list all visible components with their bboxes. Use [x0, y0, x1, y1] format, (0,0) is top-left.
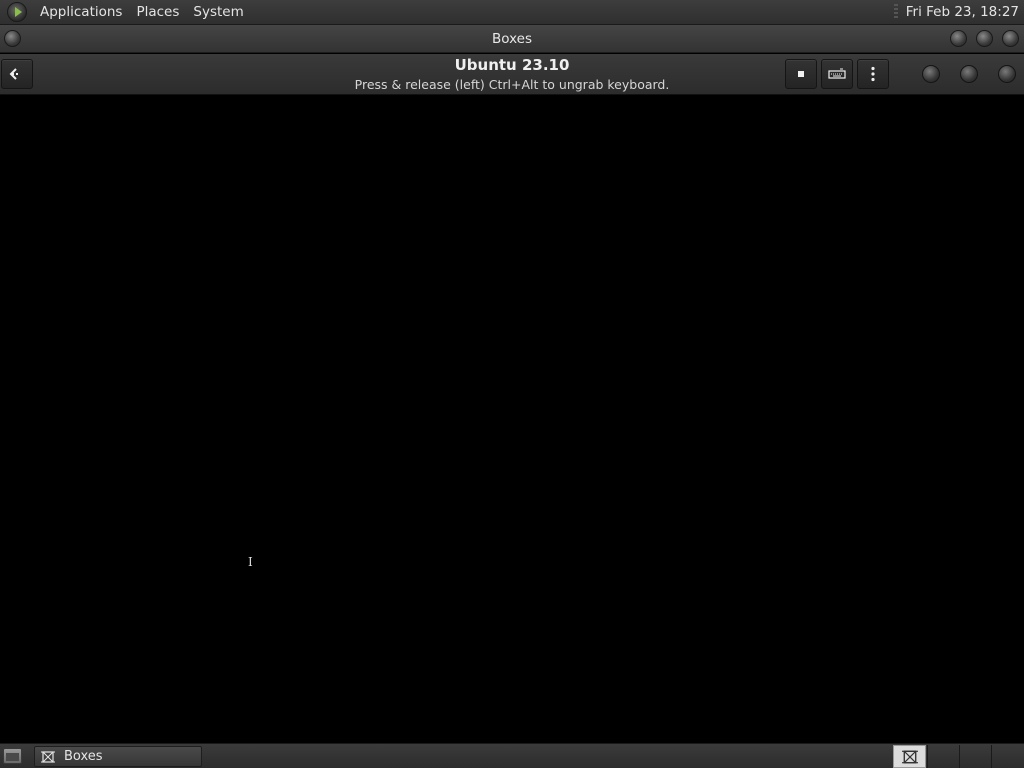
taskbar-item-label: Boxes [64, 749, 103, 764]
vm-display[interactable]: I [0, 95, 1024, 743]
top-panel: Applications Places System Fri Feb 23, 1… [0, 0, 1024, 25]
workspace-3[interactable] [959, 745, 992, 768]
show-desktop-icon[interactable] [3, 748, 22, 764]
taskbar-item-boxes[interactable]: Boxes [34, 746, 202, 767]
close-icon[interactable] [1002, 30, 1019, 47]
menu-places[interactable]: Places [129, 0, 186, 25]
menu-button[interactable] [857, 59, 889, 89]
header-minimize-icon[interactable] [922, 65, 940, 83]
boxes-app-icon [41, 750, 55, 764]
workspace-window-icon [901, 750, 918, 763]
panel-handle [893, 4, 898, 20]
workspace-2[interactable] [927, 745, 960, 768]
window-titlebar[interactable]: Boxes [0, 25, 1024, 53]
stop-icon [798, 71, 804, 77]
minimize-icon[interactable] [950, 30, 967, 47]
text-cursor-icon: I [248, 555, 253, 569]
kebab-menu-icon [871, 66, 875, 82]
bottom-panel: Boxes [0, 743, 1024, 768]
header-maximize-icon[interactable] [960, 65, 978, 83]
keyboard-icon [828, 68, 846, 79]
workspace-4[interactable] [991, 745, 1024, 768]
window-title: Boxes [491, 31, 533, 47]
header-close-icon[interactable] [998, 65, 1016, 83]
mate-menu-icon[interactable] [7, 2, 27, 22]
menu-applications[interactable]: Applications [33, 0, 129, 25]
workspace-1[interactable] [893, 745, 926, 768]
stop-button[interactable] [785, 59, 817, 89]
maximize-icon[interactable] [976, 30, 993, 47]
header-bar: Ubuntu 23.10 Press & release (left) Ctrl… [0, 54, 1024, 95]
keyboard-button[interactable] [821, 59, 853, 89]
menu-system[interactable]: System [186, 0, 250, 25]
clock[interactable]: Fri Feb 23, 18:27 [906, 0, 1024, 25]
